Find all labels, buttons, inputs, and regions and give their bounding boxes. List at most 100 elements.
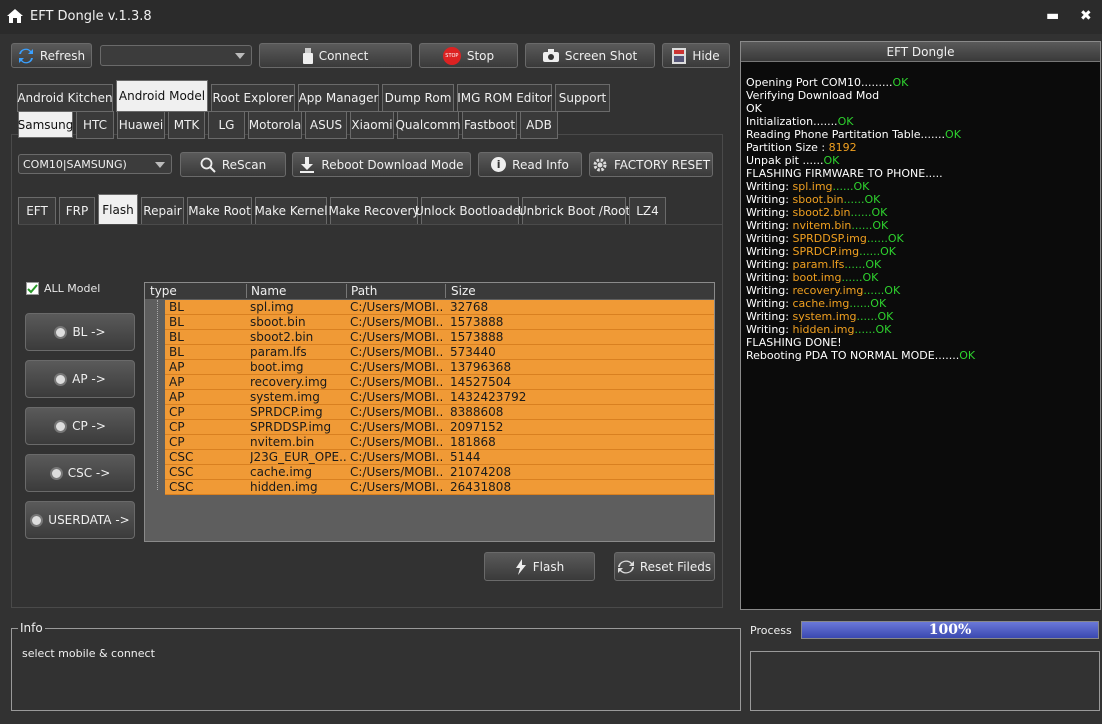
table-row[interactable]: CSC hidden.img C:/Users/MOBI... 26431808 <box>165 480 714 495</box>
userdata-button[interactable]: USERDATA -> <box>25 501 135 539</box>
tab-asus[interactable]: ASUS <box>305 111 347 139</box>
table-row[interactable]: CP nvitem.bin C:/Users/MOBI... 181868 <box>165 435 714 450</box>
bl-button[interactable]: BL -> <box>25 313 135 351</box>
all-model-label: ALL Model <box>44 282 101 295</box>
screenshot-button[interactable]: Screen Shot <box>525 43 655 68</box>
table-row[interactable]: AP boot.img C:/Users/MOBI... 13796368 <box>165 360 714 375</box>
reboot-download-button[interactable]: Reboot Download Mode <box>292 152 471 177</box>
tab-unbrick-boot-root[interactable]: Unbrick Boot /Root <box>518 197 630 225</box>
hide-button[interactable]: Hide <box>662 43 730 68</box>
cell-size: 32768 <box>450 300 489 314</box>
tab-samsung[interactable]: Samsung <box>18 111 73 138</box>
tab-repair[interactable]: Repair <box>141 197 184 225</box>
close-button[interactable]: ✖ <box>1080 8 1092 24</box>
col-type[interactable]: type <box>150 284 177 298</box>
reset-fields-button[interactable]: Reset Fileds <box>614 552 715 581</box>
cell-name: hidden.img <box>250 480 318 494</box>
connect-button[interactable]: Connect <box>259 43 412 68</box>
tab-flash[interactable]: Flash <box>98 194 138 225</box>
log-value: param.lfs <box>792 258 845 271</box>
process-output-box <box>750 651 1100 711</box>
log-text: Writing: <box>746 323 793 336</box>
log-text: Reading Phone Partitation Table....... <box>746 128 946 141</box>
cell-type: CSC <box>169 465 194 479</box>
cell-name: SPRDCP.img <box>250 405 323 419</box>
tab-xiaomi[interactable]: Xiaomi <box>350 111 394 139</box>
log-text: Opening Port COM10......... <box>746 76 893 89</box>
tab-dump-rom[interactable]: Dump Rom <box>382 84 454 112</box>
stop-button[interactable]: STOP Stop <box>419 43 518 68</box>
disc-icon <box>54 372 68 386</box>
cell-path: C:/Users/MOBI... <box>350 390 442 404</box>
tab-android-kitchen[interactable]: Android Kitchen <box>17 84 113 112</box>
table-row[interactable]: BL sboot2.bin C:/Users/MOBI... 1573888 <box>165 330 714 345</box>
tab-lg[interactable]: LG <box>208 111 245 139</box>
all-model-checkbox[interactable]: ALL Model <box>26 282 100 295</box>
col-name[interactable]: Name <box>251 284 286 298</box>
disc-icon <box>54 325 68 339</box>
tab-adb[interactable]: ADB <box>520 111 558 139</box>
table-row[interactable]: AP recovery.img C:/Users/MOBI... 14527504 <box>165 375 714 390</box>
bl-label: BL -> <box>72 325 106 339</box>
file-grid[interactable]: type Name Path Size BL spl.img C:/Users/MO… <box>144 282 715 542</box>
log-ok: OK <box>945 128 961 141</box>
refresh-button[interactable]: Refresh <box>11 43 92 68</box>
tab-lz4[interactable]: LZ4 <box>629 197 666 225</box>
tab-frp[interactable]: FRP <box>59 197 95 225</box>
cell-name: nvitem.bin <box>250 435 315 449</box>
cell-path: C:/Users/MOBI... <box>350 300 442 314</box>
table-row[interactable]: CSC cache.img C:/Users/MOBI... 21074208 <box>165 465 714 480</box>
table-row[interactable]: CSC J23G_EUR_OPE... C:/Users/MOBI... 5144 <box>165 450 714 465</box>
tab-support[interactable]: Support <box>555 84 610 112</box>
tab-fastboot[interactable]: Fastboot <box>462 111 517 139</box>
cell-name: param.lfs <box>250 345 307 359</box>
rescan-button[interactable]: ReScan <box>180 152 286 177</box>
tab-eft[interactable]: EFT <box>18 197 56 225</box>
table-row[interactable]: CP SPRDCP.img C:/Users/MOBI... 8388608 <box>165 405 714 420</box>
cp-button[interactable]: CP -> <box>25 407 135 445</box>
minimize-button[interactable]: ▬ <box>1046 8 1059 24</box>
stop-label: Stop <box>466 48 495 63</box>
tab-android-model[interactable]: Android Model <box>116 80 208 112</box>
cell-name: J23G_EUR_OPE... <box>250 450 346 464</box>
tab-img-rom-editor[interactable]: IMG ROM Editor <box>457 84 552 112</box>
read-info-button[interactable]: i Read Info <box>478 152 582 177</box>
log-panel[interactable]: EFT Dongle Opening Port COM10.........OK… <box>740 41 1101 610</box>
tab-root-explorer[interactable]: Root Explorer <box>211 84 295 112</box>
tab-qualcomm[interactable]: Qualcomm <box>395 111 461 139</box>
cell-size: 21074208 <box>450 465 512 479</box>
col-size[interactable]: Size <box>451 284 476 298</box>
csc-button[interactable]: CSC -> <box>25 454 135 492</box>
table-row[interactable]: BL spl.img C:/Users/MOBI... 32768 <box>165 300 714 315</box>
table-row[interactable]: AP system.img C:/Users/MOBI... 1432423792 <box>165 390 714 405</box>
log-ok: ......OK <box>832 180 870 193</box>
tab-unlock-bootloader[interactable]: Unlock Bootloader <box>415 197 525 225</box>
tab-app-manager[interactable]: App Manager <box>298 84 379 112</box>
table-row[interactable]: BL param.lfs C:/Users/MOBI... 573440 <box>165 345 714 360</box>
table-row[interactable]: CP SPRDDSP.img C:/Users/MOBI... 2097152 <box>165 420 714 435</box>
flash-button[interactable]: Flash <box>484 552 595 581</box>
tab-make-root[interactable]: Make Root <box>187 197 252 225</box>
log-line: Initialization.......OK <box>746 115 853 128</box>
log-line: Reading Phone Partitation Table.......OK <box>746 128 961 141</box>
device-port-select[interactable]: COM10|SAMSUNG) <box>18 154 172 174</box>
log-text: Writing: <box>746 206 793 219</box>
connect-label: Connect <box>318 48 369 63</box>
table-row[interactable]: BL sboot.bin C:/Users/MOBI... 1573888 <box>165 315 714 330</box>
ap-button[interactable]: AP -> <box>25 360 135 398</box>
cell-type: AP <box>169 360 185 374</box>
tab-make-recovery[interactable]: Make Recovery <box>328 197 420 225</box>
factory-reset-button[interactable]: FACTORY RESET <box>589 152 713 177</box>
cell-path: C:/Users/MOBI... <box>350 420 442 434</box>
tab-huawei[interactable]: Huawei <box>117 111 165 139</box>
col-path[interactable]: Path <box>351 284 377 298</box>
log-ok: ......OK <box>844 258 882 271</box>
home-icon <box>7 9 23 23</box>
cell-name: system.img <box>250 390 320 404</box>
tab-make-kernel[interactable]: Make Kernel <box>254 197 328 225</box>
tab-htc[interactable]: HTC <box>76 111 114 139</box>
process-label: Process <box>750 624 792 637</box>
tab-mtk[interactable]: MTK <box>168 111 205 139</box>
port-combo[interactable] <box>100 45 252 66</box>
tab-motorola[interactable]: Motorola <box>248 111 302 139</box>
